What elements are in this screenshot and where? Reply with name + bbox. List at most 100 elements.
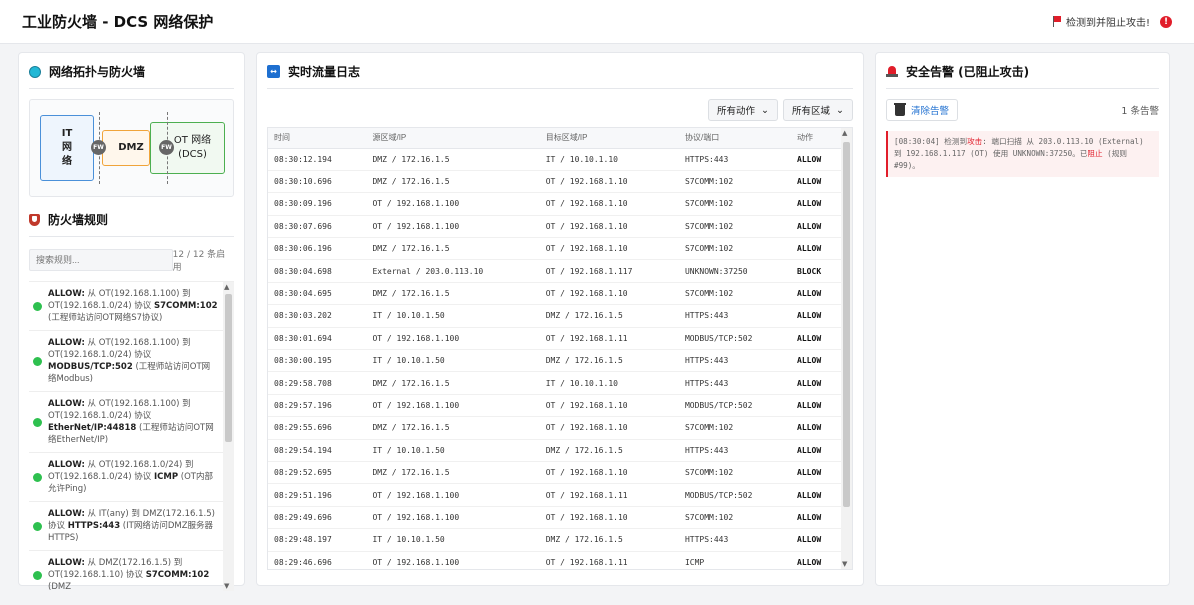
log-scrollbar[interactable]: ▲ ▼ <box>841 128 852 569</box>
log-action: ALLOW <box>791 282 842 306</box>
rules-title: 防火墙规则 <box>29 211 234 237</box>
table-row[interactable]: 08:30:03.202 IT / 10.10.1.50 DMZ / 172.16.… <box>268 304 842 328</box>
firewall-icon[interactable]: FW <box>159 140 174 155</box>
log-protocol: S7COMM:102 <box>678 237 792 261</box>
log-time: 08:29:54.194 <box>268 439 367 462</box>
column-header[interactable]: 动作 <box>791 128 842 149</box>
table-row[interactable]: 08:29:52.695 DMZ / 172.16.1.5 OT / 192.168… <box>268 461 842 485</box>
column-header[interactable]: 协议/端口 <box>678 128 792 149</box>
rule-description: (DMZ <box>48 582 72 591</box>
log-destination: OT / 192.168.1.10 <box>539 506 679 530</box>
log-source: OT / 192.168.1.100 <box>366 551 540 569</box>
log-action: ALLOW <box>791 506 842 530</box>
table-row[interactable]: 08:29:58.708 DMZ / 172.16.1.5 IT / 10.10.1… <box>268 371 842 395</box>
table-row[interactable]: 08:30:09.196 OT / 192.168.1.100 OT / 192.1… <box>268 192 842 216</box>
scroll-down-icon[interactable]: ▼ <box>224 582 229 590</box>
arrows-icon: ↔ <box>267 65 280 78</box>
log-filters: 所有动作 ⌄ 所有区域 ⌄ <box>267 99 853 121</box>
zone-filter-select[interactable]: 所有区域 ⌄ <box>783 99 853 121</box>
attack-status-text: 检测到并阻止攻击! <box>1065 18 1150 29</box>
log-action: ALLOW <box>791 349 842 373</box>
scroll-up-icon[interactable]: ▲ <box>842 129 847 137</box>
column-header[interactable]: 时间 <box>268 128 367 149</box>
clear-alerts-button[interactable]: 清除告警 <box>886 99 959 121</box>
log-action: ALLOW <box>791 371 842 395</box>
table-row[interactable]: 08:30:00.195 IT / 10.10.1.50 DMZ / 172.16.… <box>268 349 842 373</box>
log-protocol: MODBUS/TCP:502 <box>678 327 792 351</box>
log-protocol: UNKNOWN:37250 <box>678 259 792 283</box>
table-row[interactable]: 08:29:46.696 OT / 192.168.1.100 OT / 192.1… <box>268 551 842 569</box>
log-source: IT / 10.10.1.50 <box>366 349 540 373</box>
chevron-down-icon: ⌄ <box>836 104 844 116</box>
table-row[interactable]: 08:29:55.696 DMZ / 172.16.1.5 OT / 192.168… <box>268 416 842 440</box>
table-row[interactable]: 08:30:01.694 OT / 192.168.1.100 OT / 192.1… <box>268 327 842 351</box>
rule-item[interactable]: ALLOW: 从 OT(192.168.1.100) 到 OT(192.168.… <box>29 392 234 453</box>
zone-it[interactable]: IT 网络 <box>40 115 94 181</box>
log-time: 08:30:12.194 <box>268 148 367 171</box>
alert-item: [08:30:04] 检测到攻击: 端口扫描 从 203.0.113.10 (E… <box>886 131 1159 177</box>
alert-controls: 清除告警 1 条告警 <box>886 99 1159 121</box>
app-header: 工业防火墙 - DCS 网络保护 检测到并阻止攻击! ! <box>0 0 1194 44</box>
log-action: ALLOW <box>791 215 842 239</box>
table-row[interactable]: 08:29:51.196 OT / 192.168.1.100 OT / 192.1… <box>268 483 842 507</box>
column-header[interactable]: 目标区域/IP <box>539 128 679 149</box>
log-source: IT / 10.10.1.50 <box>366 304 540 328</box>
firewall-icon[interactable]: FW <box>91 140 106 155</box>
scroll-thumb[interactable] <box>225 294 232 442</box>
log-destination: OT / 192.168.1.10 <box>539 282 679 306</box>
network-topology: IT 网络 OT 网络 (DCS) DMZ FW FW <box>29 99 234 197</box>
log-source: DMZ / 172.16.1.5 <box>366 170 540 194</box>
log-source: OT / 192.168.1.100 <box>366 506 540 530</box>
scroll-up-icon[interactable]: ▲ <box>224 283 229 291</box>
rule-item[interactable]: ALLOW: 从 IT(any) 到 DMZ(172.16.1.5) 协议 HT… <box>29 502 234 551</box>
log-title: ↔ 实时流量日志 <box>267 63 853 89</box>
alert-badge[interactable]: ! <box>1160 15 1172 28</box>
table-row[interactable]: 08:30:10.696 DMZ / 172.16.1.5 OT / 192.168… <box>268 170 842 194</box>
table-row[interactable]: 08:30:06.196 DMZ / 172.16.1.5 OT / 192.168… <box>268 237 842 261</box>
zone-it-label: IT 网络 <box>61 128 73 167</box>
log-time: 08:29:49.696 <box>268 506 367 530</box>
shield-icon <box>29 213 40 226</box>
zone-dmz[interactable]: DMZ <box>102 130 150 166</box>
log-destination: OT / 192.168.1.10 <box>539 394 679 418</box>
status-dot-icon <box>33 570 42 580</box>
table-row[interactable]: 08:29:57.196 OT / 192.168.1.100 OT / 192.1… <box>268 394 842 418</box>
scroll-thumb[interactable] <box>843 142 850 507</box>
alert-panel: 安全告警 (已阻止攻击) 清除告警 1 条告警 [08:30:04] 检测到攻击… <box>875 52 1170 586</box>
status-dot-icon <box>33 521 42 531</box>
log-time: 08:30:04.695 <box>268 282 367 306</box>
log-source: DMZ / 172.16.1.5 <box>366 461 540 485</box>
rule-search-bar: 12 / 12 条启用 <box>29 247 234 273</box>
log-action: ALLOW <box>791 304 842 328</box>
table-row[interactable]: 08:30:07.696 OT / 192.168.1.100 OT / 192.1… <box>268 215 842 239</box>
log-source: IT / 10.10.1.50 <box>366 439 540 462</box>
rule-item[interactable]: ALLOW: 从 OT(192.168.1.100) 到 OT(192.168.… <box>29 331 234 392</box>
rule-item[interactable]: ALLOW: 从 DMZ(172.16.1.5) 到 OT(192.168.1.… <box>29 551 234 591</box>
table-row[interactable]: 08:29:48.197 IT / 10.10.1.50 DMZ / 172.16.… <box>268 528 842 552</box>
table-row[interactable]: 08:30:12.194 DMZ / 172.16.1.5 IT / 10.10.1… <box>268 148 842 171</box>
topology-title: 网络拓扑与防火墙 <box>29 63 234 89</box>
table-row[interactable]: 08:30:04.695 DMZ / 172.16.1.5 OT / 192.168… <box>268 282 842 306</box>
log-protocol: S7COMM:102 <box>678 192 792 216</box>
rule-search-input[interactable] <box>29 249 173 271</box>
log-protocol: HTTPS:443 <box>678 304 792 328</box>
traffic-log-table: 时间 源区域/IP 目标区域/IP 协议/端口 动作 08:30:12.194 DMZ /… <box>268 128 842 569</box>
status-dot-icon <box>33 301 42 311</box>
log-destination: DMZ / 172.16.1.5 <box>539 304 679 328</box>
action-filter-select[interactable]: 所有动作 ⌄ <box>708 99 779 121</box>
rule-description: (工程师站访问OT网络S7协议) <box>48 313 163 323</box>
table-row[interactable]: 08:30:04.698 External / 203.0.113.10 OT / … <box>268 259 842 283</box>
column-header[interactable]: 源区域/IP <box>366 128 540 149</box>
scroll-down-icon[interactable]: ▼ <box>842 560 847 568</box>
rule-text: ALLOW: 从 IT(any) 到 DMZ(172.16.1.5) 协议 HT… <box>48 508 218 544</box>
table-row[interactable]: 08:29:54.194 IT / 10.10.1.50 DMZ / 172.16.… <box>268 439 842 462</box>
rule-item[interactable]: ALLOW: 从 OT(192.168.1.100) 到 OT(192.168.… <box>29 282 234 331</box>
rule-scrollbar[interactable]: ▲ ▼ <box>223 282 234 591</box>
log-destination: OT / 192.168.1.10 <box>539 237 679 261</box>
log-protocol: ICMP <box>678 551 792 569</box>
log-protocol: S7COMM:102 <box>678 506 792 530</box>
table-row[interactable]: 08:29:49.696 OT / 192.168.1.100 OT / 192.1… <box>268 506 842 530</box>
rule-item[interactable]: ALLOW: 从 OT(192.168.1.0/24) 到 OT(192.168… <box>29 453 234 502</box>
alert-text: [08:30:04] 检测到 <box>894 137 968 146</box>
log-protocol: MODBUS/TCP:502 <box>678 483 792 507</box>
